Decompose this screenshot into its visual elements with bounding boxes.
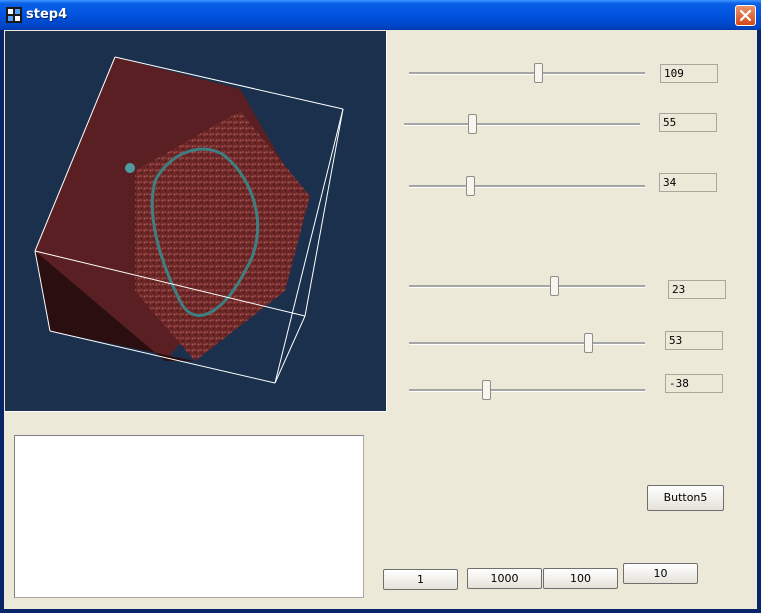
value-field-4[interactable]: 23 [668, 280, 726, 299]
button5[interactable]: Button5 [647, 485, 724, 511]
value-field-5[interactable]: 53 [665, 331, 723, 350]
render-viewport[interactable] [5, 31, 387, 412]
value-field-1[interactable]: 109 [660, 64, 718, 83]
slider-1[interactable] [409, 63, 645, 85]
slider-track [409, 342, 645, 345]
value-field-3[interactable]: 34 [659, 173, 717, 192]
client-area: 109 55 34 23 53 -38 Button5 1 1000 100 1… [4, 30, 757, 609]
button-100[interactable]: 100 [543, 568, 618, 589]
output-text-area[interactable] [14, 435, 364, 598]
slider-track [409, 185, 645, 188]
slider-6[interactable] [409, 380, 645, 402]
app-icon [6, 7, 22, 23]
window-title: step4 [26, 7, 68, 22]
slider-2[interactable] [404, 114, 640, 136]
slider-thumb[interactable] [466, 176, 475, 196]
slider-track [409, 285, 645, 288]
slider-track [409, 389, 645, 392]
slider-thumb[interactable] [468, 114, 477, 134]
button-1000[interactable]: 1000 [467, 568, 542, 589]
close-icon [739, 9, 752, 22]
button-1[interactable]: 1 [383, 569, 458, 590]
title-bar[interactable]: step4 [0, 0, 761, 30]
slider-thumb[interactable] [550, 276, 559, 296]
value-field-2[interactable]: 55 [659, 113, 717, 132]
slider-3[interactable] [409, 176, 645, 198]
button-10[interactable]: 10 [623, 563, 698, 584]
teal-spot [125, 163, 135, 173]
close-button[interactable] [735, 5, 756, 26]
slider-thumb[interactable] [584, 333, 593, 353]
value-field-6[interactable]: -38 [665, 374, 723, 393]
slider-thumb[interactable] [482, 380, 491, 400]
slider-thumb[interactable] [534, 63, 543, 83]
cube-render [34, 56, 344, 384]
slider-4[interactable] [409, 276, 645, 298]
slider-track [404, 123, 640, 126]
app-window: step4 109 55 34 23 53 -38 Button5 1 1000… [0, 0, 761, 613]
slider-track [409, 72, 645, 75]
slider-5[interactable] [409, 333, 645, 355]
